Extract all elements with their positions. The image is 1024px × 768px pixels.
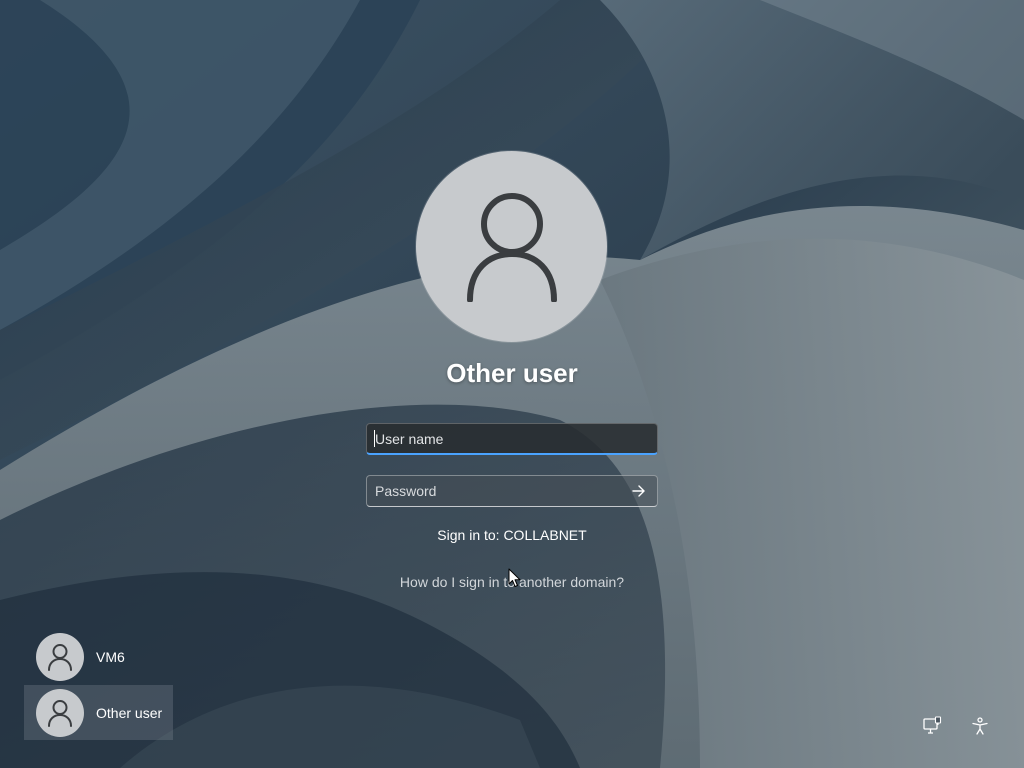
submit-button[interactable]: [627, 480, 651, 502]
network-button[interactable]: [918, 712, 946, 740]
person-icon: [48, 643, 72, 671]
accessibility-button[interactable]: [966, 712, 994, 740]
accessibility-icon: [972, 717, 988, 735]
user-avatar: [416, 151, 607, 342]
user-list-label: Other user: [96, 704, 163, 721]
user-list-item-other-user[interactable]: Other user: [24, 685, 173, 740]
user-list-label: VM6: [96, 648, 125, 665]
user-avatar-small: [36, 632, 84, 681]
username-field[interactable]: [366, 423, 658, 455]
arrow-right-icon: [632, 485, 645, 497]
sign-in-domain-label: Sign in to: COLLABNET: [437, 527, 587, 543]
user-avatar-small: [36, 688, 84, 737]
user-list-item-vm6[interactable]: VM6: [24, 629, 173, 684]
mouse-pointer: [508, 568, 521, 587]
person-icon: [48, 699, 72, 727]
text-caret: [374, 430, 375, 447]
network-icon: [923, 716, 942, 734]
password-input[interactable]: [367, 476, 657, 506]
user-name-heading: Other user: [446, 358, 578, 388]
lock-screen: Other user Sign in to: COLLABNET How do …: [0, 0, 1024, 768]
password-field[interactable]: [366, 475, 658, 507]
person-icon: [466, 192, 557, 302]
username-input[interactable]: [367, 424, 657, 453]
